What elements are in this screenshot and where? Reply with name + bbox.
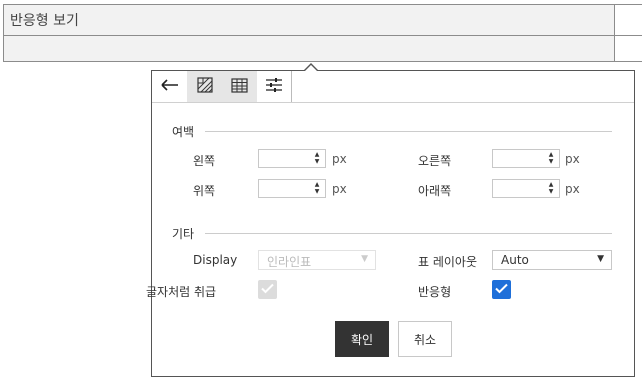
section-divider (205, 233, 612, 234)
table-cell[interactable] (3, 35, 615, 62)
confirm-button[interactable]: 확인 (335, 321, 389, 357)
margin-bottom-input[interactable]: ▲ ▼ (492, 179, 560, 198)
table-grid-button[interactable] (222, 71, 257, 102)
chevron-down-icon: ▼ (361, 254, 368, 264)
display-select[interactable]: 인라인표 ▼ (258, 250, 376, 270)
table-row: 반응형 보기 (3, 4, 642, 36)
popup-pointer-inner (305, 65, 317, 71)
treat-as-char-checkbox[interactable] (258, 280, 277, 299)
responsive-checkbox[interactable] (492, 280, 511, 299)
stepper-arrows-icon[interactable]: ▲ ▼ (547, 181, 555, 195)
popup-toolbar (152, 71, 634, 103)
table-cell-responsive-view[interactable]: 반응형 보기 (3, 4, 615, 36)
treat-as-char-label: 글자처럼 취급 (146, 285, 217, 299)
responsive-label: 반응형 (418, 285, 452, 299)
margin-left-label: 왼쪽 (193, 154, 216, 168)
table-row (3, 35, 642, 62)
margin-right-unit: px (565, 152, 580, 166)
margin-left-unit: px (332, 152, 347, 166)
cancel-button[interactable]: 취소 (398, 321, 452, 357)
margin-section-title: 여백 (172, 125, 195, 139)
display-label: Display (193, 253, 238, 267)
table-properties-popup: 여백 왼쪽 ▲ ▼ px 오른쪽 ▲ ▼ px 위쪽 ▲ ▼ px 아래쪽 ▲ ▼ px… (146, 70, 635, 377)
sliders-icon (265, 77, 283, 96)
chevron-down-icon: ▼ (597, 254, 604, 264)
margin-top-label: 위쪽 (193, 184, 216, 198)
table-layout-select[interactable]: Auto ▼ (492, 250, 612, 270)
table-cell[interactable] (614, 35, 642, 62)
margin-bottom-label: 아래쪽 (418, 184, 452, 198)
margin-right-label: 오른쪽 (418, 154, 452, 168)
table-cell[interactable] (614, 4, 642, 36)
margin-left-input[interactable]: ▲ ▼ (258, 149, 326, 168)
table-grid-icon (231, 77, 248, 96)
checkmark-icon (261, 283, 274, 297)
back-arrow-icon (160, 79, 179, 94)
background-table: 반응형 보기 (3, 4, 642, 62)
stepper-arrows-icon[interactable]: ▲ ▼ (313, 181, 321, 195)
stepper-arrows-icon[interactable]: ▲ ▼ (313, 151, 321, 165)
margin-top-unit: px (332, 182, 347, 196)
checkmark-icon (495, 283, 508, 297)
properties-tab-button[interactable] (257, 71, 292, 102)
table-layout-label: 표 레이아웃 (418, 255, 478, 269)
margin-bottom-unit: px (565, 182, 580, 196)
cell-background-button[interactable] (187, 71, 222, 102)
back-button[interactable] (152, 71, 187, 102)
cell-background-icon (196, 77, 213, 96)
section-divider (205, 131, 612, 132)
margin-right-input[interactable]: ▲ ▼ (492, 149, 560, 168)
margin-top-input[interactable]: ▲ ▼ (258, 179, 326, 198)
etc-section-title: 기타 (172, 227, 195, 241)
stepper-arrows-icon[interactable]: ▲ ▼ (547, 151, 555, 165)
